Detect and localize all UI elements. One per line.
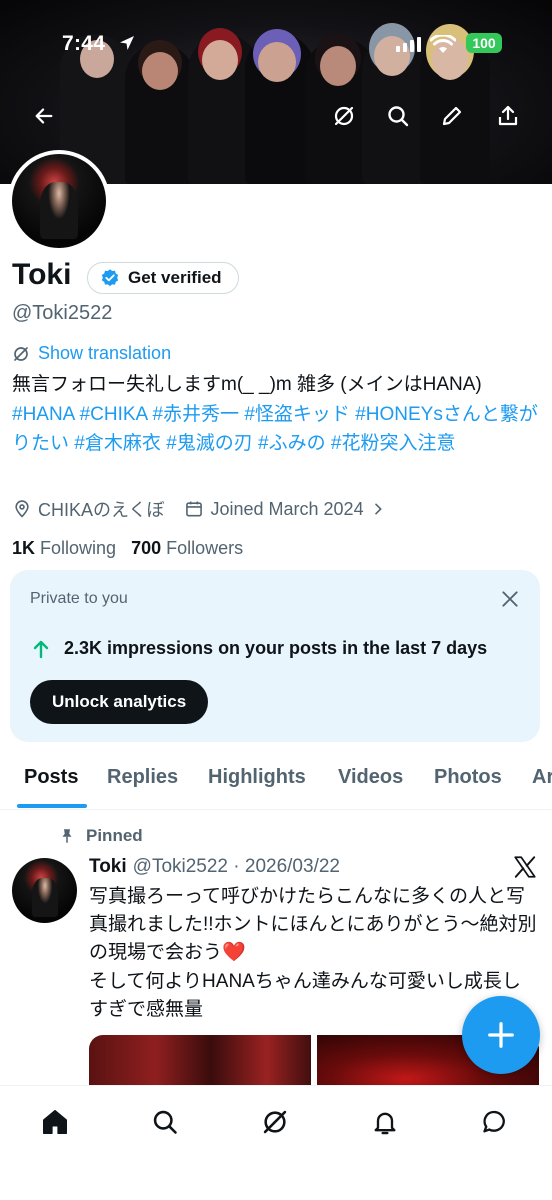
profile-avatar[interactable] (8, 150, 110, 252)
impressions-row: 2.3K impressions on your posts in the la… (32, 638, 487, 659)
profile-meta: CHIKAのえくぼ Joined March 2024 (12, 496, 386, 522)
followers-link[interactable]: 700 Followers (131, 538, 243, 558)
private-label: Private to you (30, 590, 128, 607)
post-avatar[interactable] (12, 858, 77, 923)
hashtag-link[interactable]: #CHIKA (80, 404, 148, 425)
location-arrow-icon (120, 36, 134, 50)
private-analytics-card: Private to you 2.3K impressions on your … (10, 570, 540, 742)
post-text-line: そして何よりHANAちゃん達みんな可愛いし成長しすぎで感無量 (89, 970, 521, 1020)
grok-icon (14, 346, 28, 361)
nav-grok[interactable] (255, 1102, 295, 1142)
post-meta: @Toki2522 · 2026/03/22 (132, 856, 340, 877)
back-arrow-icon[interactable] (26, 98, 62, 134)
joined-date[interactable]: Joined March 2024 (184, 499, 385, 520)
followers-label: Followers (166, 538, 244, 558)
bottom-navigation (0, 1085, 552, 1200)
home-icon (43, 1110, 67, 1134)
pin-icon (62, 829, 72, 843)
nav-notifications[interactable] (365, 1102, 405, 1142)
edit-pencil-icon[interactable] (434, 98, 470, 134)
search-icon[interactable] (380, 98, 416, 134)
grok-icon (263, 1110, 287, 1134)
tab-highlights[interactable]: Highlights (208, 766, 306, 789)
post-text: 写真撮ろーって呼びかけたらこんなに多くの人と写真撮れました!!ホントにほんとにあ… (89, 883, 539, 1024)
profile-handle: @Toki2522 (12, 302, 113, 324)
following-link[interactable]: 1K Following (12, 538, 116, 558)
verified-badge-icon (101, 269, 119, 287)
profile-bio: 無言フォロー失礼しますm(_ _)m 雑多 (メインはHANA) #HANA #… (12, 370, 548, 459)
battery-indicator: 100 (466, 33, 502, 53)
show-translation-label: Show translation (38, 343, 172, 363)
post-header: Toki @Toki2522 · 2026/03/22 (89, 856, 340, 878)
nav-search[interactable] (145, 1102, 185, 1142)
x-logo-icon[interactable] (512, 854, 538, 880)
follow-counts: 1K Following 700 Followers (12, 538, 243, 559)
get-verified-label: Get verified (128, 268, 222, 287)
search-icon (153, 1110, 177, 1134)
post-text-line: 写真撮ろーって呼びかけたらこんなに多くの人と写真撮れました!!ホントにほんとにあ… (89, 886, 537, 964)
cellular-signal-icon (396, 36, 421, 52)
hashtag-link[interactable]: #ふみの (258, 433, 326, 454)
tab-posts[interactable]: Posts (24, 766, 78, 789)
profile-tabs: Posts Replies Highlights Videos Photos A… (0, 762, 552, 810)
joined-text: Joined March 2024 (210, 498, 364, 519)
chevron-right-icon (374, 503, 382, 515)
show-translation-link[interactable]: Show translation (12, 343, 171, 364)
post-media-image[interactable] (89, 1035, 311, 1090)
impressions-text: 2.3K impressions on your posts in the la… (64, 638, 488, 658)
post-author-name[interactable]: Toki (89, 856, 127, 878)
hashtag-link[interactable]: #HANA (12, 404, 74, 425)
messages-icon (483, 1110, 505, 1133)
compose-post-button[interactable] (462, 996, 540, 1074)
status-time: 7:44 (62, 32, 106, 55)
tab-articles[interactable]: Ar (532, 766, 552, 789)
followers-count: 700 (131, 538, 162, 558)
active-tab-indicator (17, 804, 87, 808)
bio-text: 無言フォロー失礼しますm(_ _)m 雑多 (メインはHANA) (12, 374, 482, 395)
calendar-icon (186, 501, 203, 517)
hashtag-link[interactable]: #怪盗キッド (244, 404, 350, 425)
hashtag-link[interactable]: #鬼滅の刃 (166, 433, 253, 454)
pinned-indicator: Pinned (58, 826, 143, 846)
status-bar: 7:44 100 (0, 28, 552, 64)
plus-icon (488, 1022, 514, 1048)
location-text: CHIKAのえくぼ (38, 500, 165, 520)
nav-messages[interactable] (475, 1102, 515, 1142)
get-verified-button[interactable]: Get verified (87, 262, 239, 294)
pinned-label: Pinned (86, 826, 143, 845)
notifications-bell-icon (374, 1112, 396, 1135)
unlock-analytics-button[interactable]: Unlock analytics (30, 680, 209, 724)
location-pin-icon (15, 500, 29, 518)
tab-photos[interactable]: Photos (434, 766, 502, 789)
hashtag-link[interactable]: #赤井秀一 (152, 404, 239, 425)
wifi-icon (430, 35, 456, 53)
location: CHIKAのえくぼ (12, 496, 164, 522)
nav-home[interactable] (35, 1102, 75, 1142)
hashtag-link[interactable]: #花粉突入注意 (331, 433, 456, 454)
share-icon[interactable] (490, 98, 526, 134)
heart-emoji: ❤️ (222, 942, 246, 964)
following-count: 1K (12, 538, 36, 558)
arrow-up-icon (33, 640, 49, 658)
profile-name: Toki (12, 258, 72, 291)
tab-replies[interactable]: Replies (107, 766, 178, 789)
hashtag-link[interactable]: #倉木麻衣 (74, 433, 161, 454)
grok-icon[interactable] (326, 98, 362, 134)
close-icon[interactable] (500, 589, 520, 609)
following-label: Following (40, 538, 117, 558)
tab-videos[interactable]: Videos (338, 766, 403, 789)
